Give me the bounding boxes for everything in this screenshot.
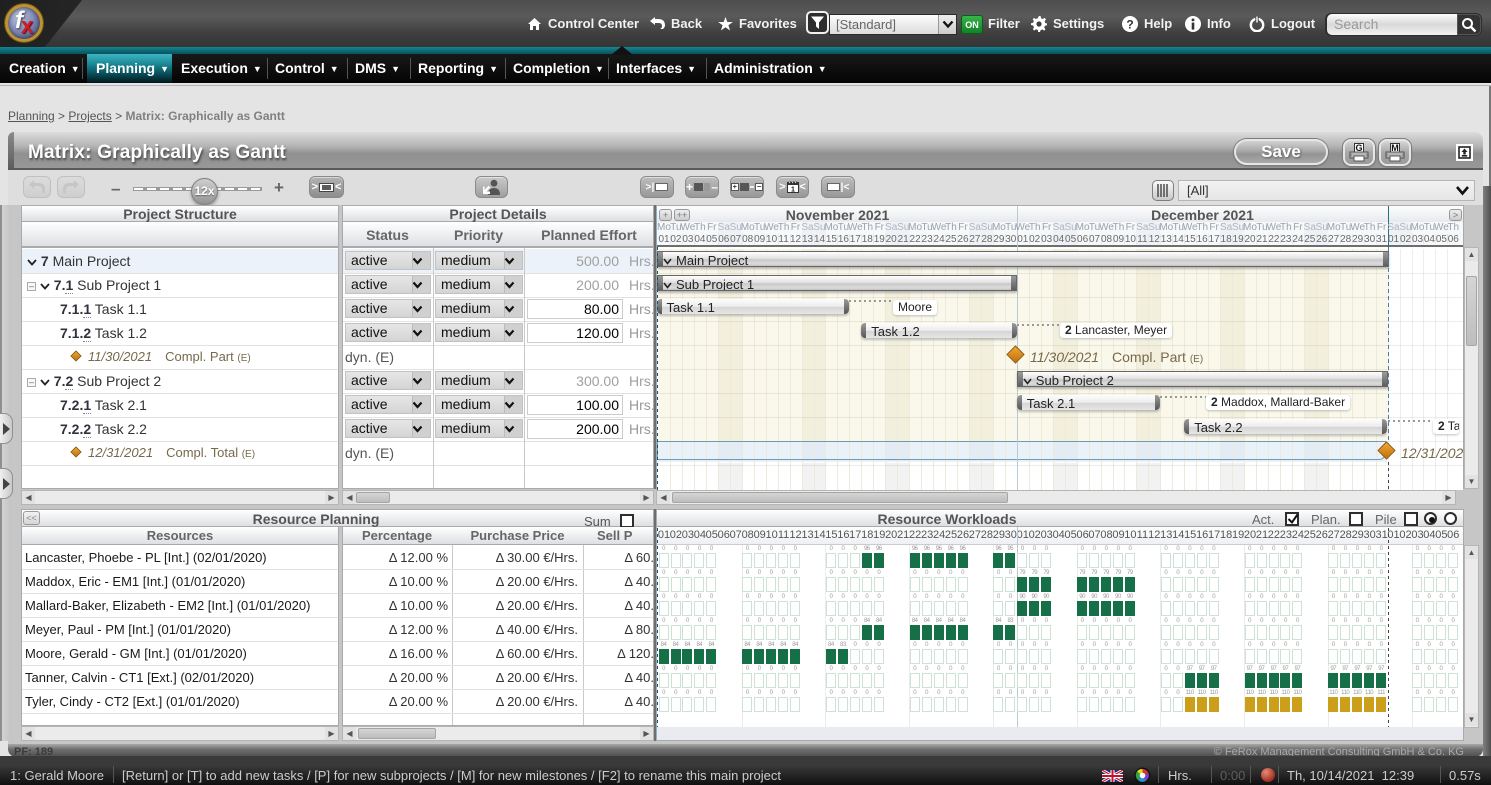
svg-text:1: 1: [791, 187, 795, 194]
svg-text:?: ?: [1126, 17, 1133, 31]
